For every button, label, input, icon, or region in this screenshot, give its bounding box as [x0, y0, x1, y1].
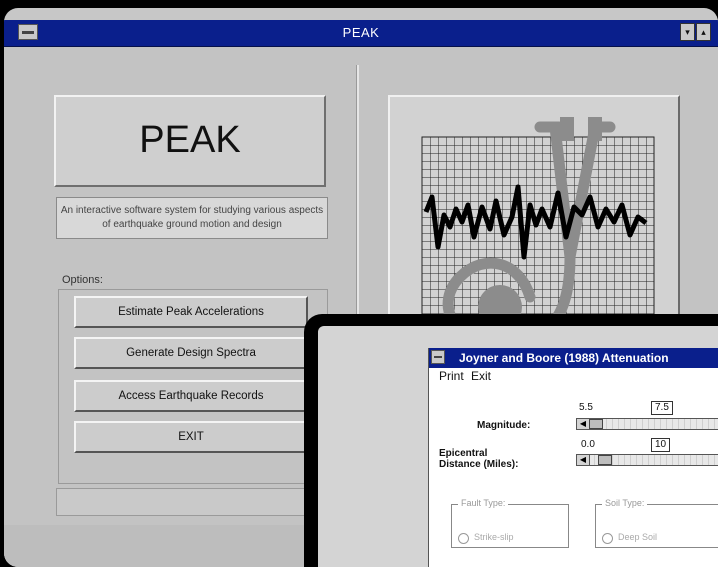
- stethoscope-earpiece-right: [588, 117, 602, 141]
- options-label: Options:: [62, 274, 103, 286]
- app-description: An interactive software system for study…: [56, 197, 328, 239]
- dialog-title-bar[interactable]: Joyner and Boore (1988) Attenuation: [429, 348, 718, 368]
- menu-exit[interactable]: Exit: [471, 369, 491, 383]
- dialog-title: Joyner and Boore (1988) Attenuation: [459, 351, 669, 365]
- magnitude-current-value: 7.5: [651, 401, 673, 415]
- exit-button[interactable]: EXIT: [74, 421, 308, 453]
- distance-label-line2: Distance (Miles):: [439, 459, 519, 470]
- deep-soil-radio[interactable]: [602, 533, 613, 544]
- window-title: PEAK: [342, 25, 380, 40]
- distance-slider-thumb[interactable]: [598, 455, 612, 465]
- stethoscope-earpiece-left: [560, 117, 574, 141]
- strike-slip-label: Strike-slip: [474, 532, 514, 542]
- magnitude-label: Magnitude:: [477, 420, 531, 431]
- attenuation-dialog: Joyner and Boore (1988) Attenuation Prin…: [428, 348, 718, 567]
- logo-text: PEAK: [139, 119, 241, 161]
- deep-soil-label: Deep Soil: [618, 532, 658, 542]
- distance-slider[interactable]: ◀: [576, 454, 718, 466]
- status-bar: [56, 488, 328, 516]
- attenuation-window-frame: Joyner and Boore (1988) Attenuation Prin…: [304, 314, 718, 567]
- fault-type-group: Fault Type: Strike-slip: [451, 498, 569, 548]
- main-title-bar[interactable]: PEAK ▾ ▴: [4, 20, 718, 47]
- dialog-menu-bar: Print Exit: [429, 368, 718, 384]
- generate-design-spectra-button[interactable]: Generate Design Spectra: [74, 337, 308, 369]
- fault-type-legend: Fault Type:: [458, 498, 509, 508]
- strike-slip-radio[interactable]: [458, 533, 469, 544]
- magnitude-slider[interactable]: ◀: [576, 418, 718, 430]
- magnitude-slider-thumb[interactable]: [589, 419, 603, 429]
- soil-type-group: Soil Type: Deep Soil: [595, 498, 718, 548]
- minimize-button[interactable]: ▾: [680, 23, 695, 41]
- magnitude-min-value: 5.5: [579, 402, 593, 413]
- distance-current-value: 10: [651, 438, 671, 452]
- access-earthquake-records-button[interactable]: Access Earthquake Records: [74, 380, 308, 412]
- distance-label-line1: Epicentral: [439, 448, 488, 459]
- dialog-system-menu-icon[interactable]: [431, 350, 445, 364]
- distance-slider-left-arrow[interactable]: ◀: [577, 455, 590, 465]
- estimate-peak-accelerations-button[interactable]: Estimate Peak Accelerations: [74, 296, 308, 328]
- soil-type-legend: Soil Type:: [602, 498, 648, 508]
- maximize-button[interactable]: ▴: [696, 23, 711, 41]
- peak-logo-box: PEAK: [54, 95, 326, 187]
- menu-print[interactable]: Print: [439, 369, 464, 383]
- attenuation-window-body: Joyner and Boore (1988) Attenuation Prin…: [318, 326, 718, 567]
- distance-min-value: 0.0: [581, 439, 595, 450]
